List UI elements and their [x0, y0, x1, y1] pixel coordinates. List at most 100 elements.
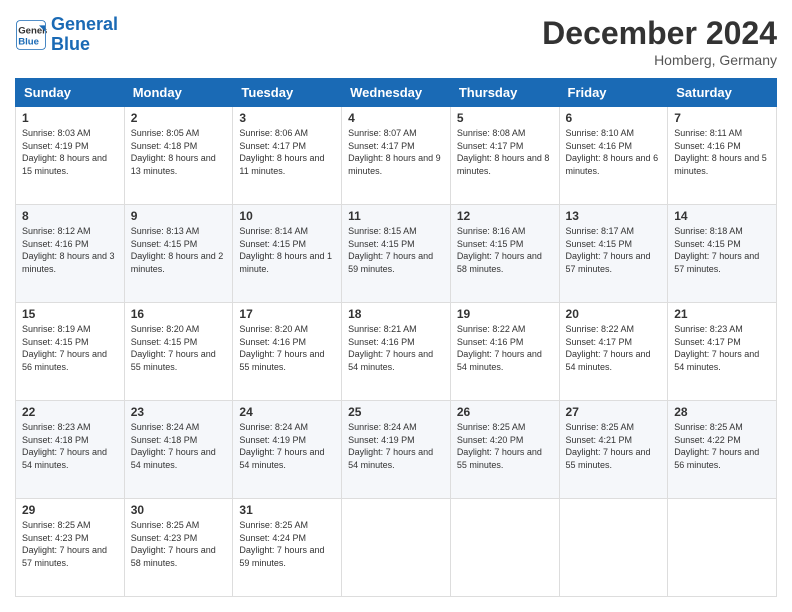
day-number: 1 [22, 111, 118, 125]
calendar-cell: 12 Sunrise: 8:16 AMSunset: 4:15 PMDayligh… [450, 205, 559, 303]
weekday-header: Saturday [668, 79, 777, 107]
day-number: 13 [566, 209, 662, 223]
day-info: Sunrise: 8:18 AMSunset: 4:15 PMDaylight:… [674, 225, 770, 275]
weekday-header: Sunday [16, 79, 125, 107]
weekday-header: Thursday [450, 79, 559, 107]
day-info: Sunrise: 8:17 AMSunset: 4:15 PMDaylight:… [566, 225, 662, 275]
calendar-cell: 2 Sunrise: 8:05 AMSunset: 4:18 PMDaylight… [124, 107, 233, 205]
day-info: Sunrise: 8:22 AMSunset: 4:17 PMDaylight:… [566, 323, 662, 373]
day-info: Sunrise: 8:23 AMSunset: 4:17 PMDaylight:… [674, 323, 770, 373]
day-number: 11 [348, 209, 444, 223]
day-number: 29 [22, 503, 118, 517]
calendar-cell: 24 Sunrise: 8:24 AMSunset: 4:19 PMDayligh… [233, 401, 342, 499]
weekday-header: Friday [559, 79, 668, 107]
calendar-cell: 5 Sunrise: 8:08 AMSunset: 4:17 PMDaylight… [450, 107, 559, 205]
day-info: Sunrise: 8:25 AMSunset: 4:23 PMDaylight:… [131, 519, 227, 569]
day-number: 22 [22, 405, 118, 419]
calendar-week-row: 29 Sunrise: 8:25 AMSunset: 4:23 PMDayligh… [16, 499, 777, 597]
weekday-header: Wednesday [342, 79, 451, 107]
calendar-header-row: SundayMondayTuesdayWednesdayThursdayFrid… [16, 79, 777, 107]
calendar-cell: 27Sunrise: 8:25 AMSunset: 4:21 PMDayligh… [559, 401, 668, 499]
day-number: 26 [457, 405, 553, 419]
day-info: Sunrise: 8:25 AMSunset: 4:22 PMDaylight:… [674, 421, 770, 471]
day-info: Sunrise: 8:05 AMSunset: 4:18 PMDaylight:… [131, 127, 227, 177]
calendar-cell [450, 499, 559, 597]
day-number: 2 [131, 111, 227, 125]
calendar-cell: 10 Sunrise: 8:14 AMSunset: 4:15 PMDayligh… [233, 205, 342, 303]
day-number: 24 [239, 405, 335, 419]
day-number: 10 [239, 209, 335, 223]
day-number: 21 [674, 307, 770, 321]
day-number: 4 [348, 111, 444, 125]
day-info: Sunrise: 8:07 AMSunset: 4:17 PMDaylight:… [348, 127, 444, 177]
day-info: Sunrise: 8:06 AMSunset: 4:17 PMDaylight:… [239, 127, 335, 177]
day-number: 8 [22, 209, 118, 223]
header: General Blue General Blue December 2024 … [15, 15, 777, 68]
day-info: Sunrise: 8:21 AMSunset: 4:16 PMDaylight:… [348, 323, 444, 373]
calendar-cell: 15Sunrise: 8:19 AMSunset: 4:15 PMDayligh… [16, 303, 125, 401]
calendar-cell: 7 Sunrise: 8:11 AMSunset: 4:16 PMDaylight… [668, 107, 777, 205]
calendar-week-row: 15Sunrise: 8:19 AMSunset: 4:15 PMDayligh… [16, 303, 777, 401]
month-title: December 2024 [542, 15, 777, 52]
calendar-cell: 1 Sunrise: 8:03 AMSunset: 4:19 PMDaylight… [16, 107, 125, 205]
day-number: 18 [348, 307, 444, 321]
day-number: 17 [239, 307, 335, 321]
calendar-cell: 13 Sunrise: 8:17 AMSunset: 4:15 PMDayligh… [559, 205, 668, 303]
day-number: 5 [457, 111, 553, 125]
calendar-table: SundayMondayTuesdayWednesdayThursdayFrid… [15, 78, 777, 597]
day-number: 20 [566, 307, 662, 321]
calendar-cell: 30 Sunrise: 8:25 AMSunset: 4:23 PMDayligh… [124, 499, 233, 597]
logo-line2: Blue [51, 34, 90, 54]
logo: General Blue General Blue [15, 15, 118, 55]
day-info: Sunrise: 8:14 AMSunset: 4:15 PMDaylight:… [239, 225, 335, 275]
calendar-week-row: 1 Sunrise: 8:03 AMSunset: 4:19 PMDaylight… [16, 107, 777, 205]
page: General Blue General Blue December 2024 … [0, 0, 792, 612]
day-info: Sunrise: 8:11 AMSunset: 4:16 PMDaylight:… [674, 127, 770, 177]
calendar-cell: 17Sunrise: 8:20 AMSunset: 4:16 PMDayligh… [233, 303, 342, 401]
day-info: Sunrise: 8:22 AMSunset: 4:16 PMDaylight:… [457, 323, 553, 373]
day-info: Sunrise: 8:24 AMSunset: 4:19 PMDaylight:… [348, 421, 444, 471]
day-number: 6 [566, 111, 662, 125]
day-number: 3 [239, 111, 335, 125]
calendar-cell: 6Sunrise: 8:10 AMSunset: 4:16 PMDaylight… [559, 107, 668, 205]
day-number: 16 [131, 307, 227, 321]
day-info: Sunrise: 8:19 AMSunset: 4:15 PMDaylight:… [22, 323, 118, 373]
calendar-cell: 22Sunrise: 8:23 AMSunset: 4:18 PMDayligh… [16, 401, 125, 499]
calendar-week-row: 8Sunrise: 8:12 AMSunset: 4:16 PMDaylight… [16, 205, 777, 303]
title-block: December 2024 Homberg, Germany [542, 15, 777, 68]
location: Homberg, Germany [542, 52, 777, 68]
day-number: 30 [131, 503, 227, 517]
day-number: 25 [348, 405, 444, 419]
calendar-cell: 20 Sunrise: 8:22 AMSunset: 4:17 PMDayligh… [559, 303, 668, 401]
logo-line1: General [51, 14, 118, 34]
logo-icon: General Blue [15, 19, 47, 51]
calendar-cell: 8Sunrise: 8:12 AMSunset: 4:16 PMDaylight… [16, 205, 125, 303]
day-info: Sunrise: 8:25 AMSunset: 4:20 PMDaylight:… [457, 421, 553, 471]
calendar-cell: 21 Sunrise: 8:23 AMSunset: 4:17 PMDayligh… [668, 303, 777, 401]
day-number: 9 [131, 209, 227, 223]
logo-text: General Blue [51, 15, 118, 55]
calendar-cell: 4 Sunrise: 8:07 AMSunset: 4:17 PMDaylight… [342, 107, 451, 205]
day-info: Sunrise: 8:24 AMSunset: 4:19 PMDaylight:… [239, 421, 335, 471]
day-info: Sunrise: 8:25 AMSunset: 4:23 PMDaylight:… [22, 519, 118, 569]
day-number: 19 [457, 307, 553, 321]
day-info: Sunrise: 8:16 AMSunset: 4:15 PMDaylight:… [457, 225, 553, 275]
day-info: Sunrise: 8:25 AMSunset: 4:21 PMDaylight:… [566, 421, 662, 471]
calendar-cell: 19 Sunrise: 8:22 AMSunset: 4:16 PMDayligh… [450, 303, 559, 401]
calendar-cell: 16Sunrise: 8:20 AMSunset: 4:15 PMDayligh… [124, 303, 233, 401]
calendar-cell: 23Sunrise: 8:24 AMSunset: 4:18 PMDayligh… [124, 401, 233, 499]
day-number: 31 [239, 503, 335, 517]
day-info: Sunrise: 8:08 AMSunset: 4:17 PMDaylight:… [457, 127, 553, 177]
calendar-cell: 29 Sunrise: 8:25 AMSunset: 4:23 PMDayligh… [16, 499, 125, 597]
day-number: 14 [674, 209, 770, 223]
calendar-cell: 3 Sunrise: 8:06 AMSunset: 4:17 PMDaylight… [233, 107, 342, 205]
day-info: Sunrise: 8:13 AMSunset: 4:15 PMDaylight:… [131, 225, 227, 275]
calendar-cell: 31Sunrise: 8:25 AMSunset: 4:24 PMDayligh… [233, 499, 342, 597]
day-number: 23 [131, 405, 227, 419]
day-number: 7 [674, 111, 770, 125]
day-number: 12 [457, 209, 553, 223]
svg-text:Blue: Blue [18, 36, 39, 47]
day-info: Sunrise: 8:03 AMSunset: 4:19 PMDaylight:… [22, 127, 118, 177]
calendar-cell: 25 Sunrise: 8:24 AMSunset: 4:19 PMDayligh… [342, 401, 451, 499]
calendar-cell: 9 Sunrise: 8:13 AMSunset: 4:15 PMDaylight… [124, 205, 233, 303]
